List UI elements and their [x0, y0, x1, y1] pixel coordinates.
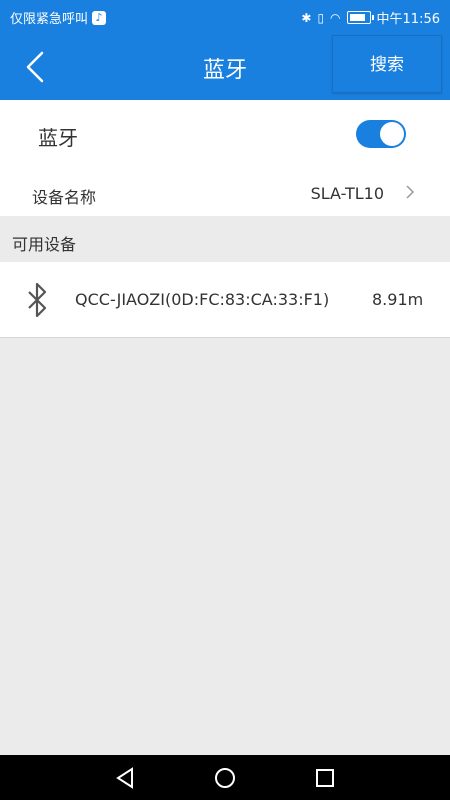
home-circle-icon[interactable] [212, 765, 238, 791]
bluetooth-icon: ✱ [301, 10, 312, 25]
carrier-text: 仅限紧急呼叫 [10, 12, 89, 27]
bluetooth-toggle[interactable] [356, 120, 406, 148]
status-bar: 仅限紧急呼叫 ♪ ✱ ▯ ◠ 中午11:56 [0, 0, 450, 32]
device-name-value: SLA-TL10 [310, 184, 384, 203]
available-devices-label: 可用设备 [12, 235, 77, 254]
tiktok-icon: ♪ [92, 10, 107, 25]
back-triangle-icon[interactable] [112, 765, 138, 791]
battery-icon [346, 11, 374, 24]
device-distance: 8.91m [372, 290, 424, 309]
device-name-label: 设备名称 [32, 188, 97, 207]
app-bar: 蓝牙 搜索 [0, 32, 450, 100]
bluetooth-label: 蓝牙 [38, 126, 78, 150]
bluetooth-toggle-row: 蓝牙 [0, 100, 450, 170]
list-item[interactable]: QCC-JIAOZI(0D:FC:83:CA:33:F1) 8.91m [0, 262, 450, 338]
recents-square-icon[interactable] [312, 765, 338, 791]
bluetooth-icon [28, 282, 47, 318]
available-devices-header: 可用设备 [0, 216, 450, 262]
chevron-right-icon [406, 185, 415, 199]
wifi-icon: ◠ [330, 10, 341, 25]
status-right: ✱ ▯ ◠ 中午11:56 [301, 8, 440, 28]
device-name-row[interactable]: 设备名称 SLA-TL10 [0, 170, 450, 216]
status-left: 仅限紧急呼叫 ♪ [10, 8, 107, 27]
navigation-bar [0, 755, 450, 800]
status-time: 中午11:56 [376, 12, 440, 27]
toggle-knob [380, 122, 404, 146]
vibrate-icon: ▯ [317, 10, 325, 25]
device-name: QCC-JIAOZI(0D:FC:83:CA:33:F1) [75, 290, 330, 309]
search-button[interactable]: 搜索 [332, 35, 442, 93]
